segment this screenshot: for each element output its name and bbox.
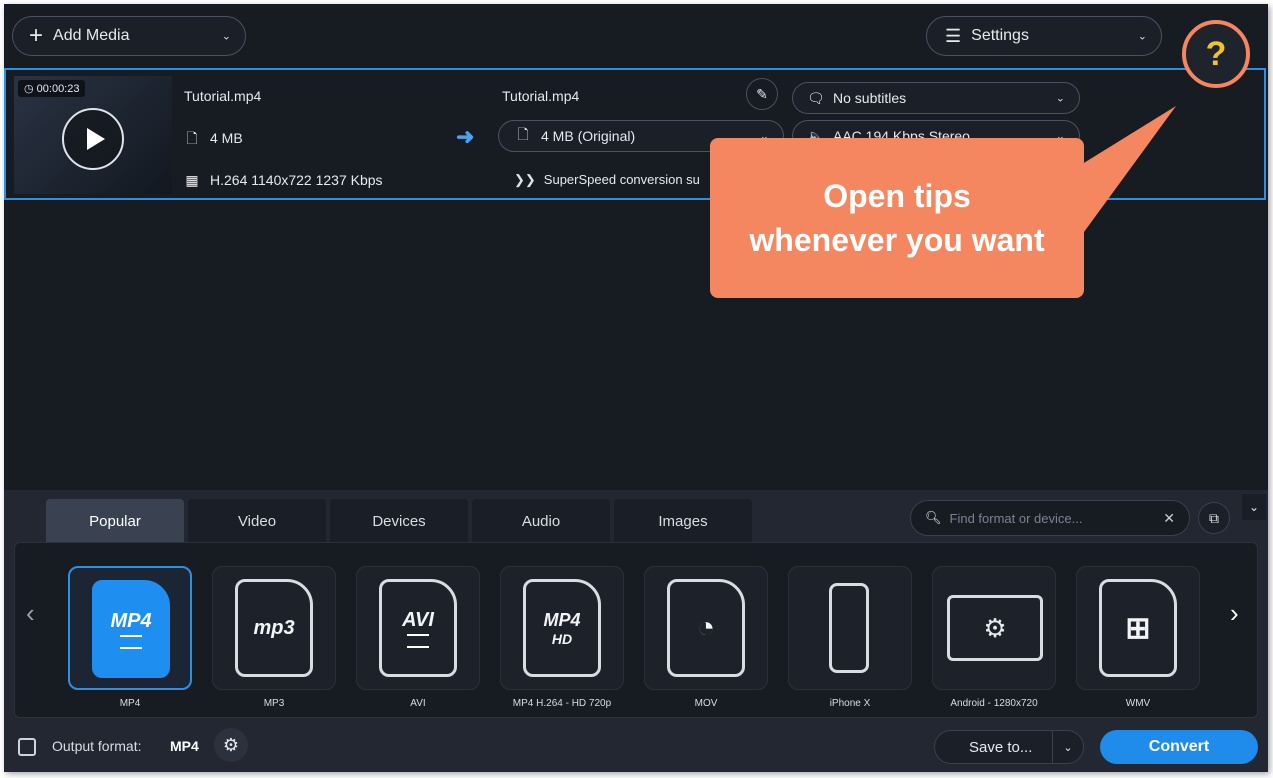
settings-label: Settings [971, 27, 1029, 44]
play-icon[interactable] [62, 108, 124, 170]
format-label: WMV [1125, 698, 1151, 709]
plus-icon: + [29, 22, 44, 49]
format-label: MOV [694, 698, 718, 709]
edit-pencil-icon[interactable]: ✎ [746, 78, 778, 110]
format-label: AVI [410, 698, 426, 709]
gear-icon[interactable]: ⚙ [214, 728, 248, 762]
search-icon: 🔍︎ [925, 510, 942, 525]
settings-button[interactable]: ☰ Settings ⌄ [926, 16, 1162, 56]
format-card-mp4[interactable]: MP4 [68, 566, 192, 690]
chevron-down-icon[interactable]: ⌄ [1138, 30, 1147, 43]
settings-sliders-icon: ☰ [945, 25, 962, 46]
tab-audio[interactable]: Audio [472, 499, 610, 543]
question-mark-icon: ? [1205, 34, 1227, 73]
iphone-icon [829, 583, 869, 673]
mp3-icon: mp3 [235, 579, 313, 677]
file-icon: 🗋 [517, 126, 529, 142]
tip-callout: Open tips whenever you want [710, 138, 1084, 298]
arrow-right-icon: ➜ [456, 124, 475, 149]
windows-icon: ⊞ [1099, 579, 1177, 677]
source-filename: Tutorial.mp4 [184, 88, 262, 104]
file-icon: 🗋 [186, 130, 198, 146]
speech-bubble-icon: 🗨 [807, 89, 825, 106]
duration-badge: ◷ 00:00:23 [18, 80, 86, 97]
add-media-button[interactable]: + Add Media ⌄ [12, 16, 246, 56]
output-format-icon [18, 738, 36, 756]
clear-icon[interactable]: ✕ [1163, 510, 1175, 527]
chevron-left-icon[interactable]: ‹ [26, 598, 35, 629]
format-grid [14, 542, 1258, 718]
format-search-input[interactable]: 🔍︎ Find format or device... ✕ [910, 500, 1190, 536]
mp4-hd-icon: MP4 HD [523, 579, 601, 677]
app-window: + Add Media ⌄ ☰ Settings ⌄ ◷ 00:00:23 Tu… [4, 4, 1268, 772]
source-size: 🗋 4 MB [184, 128, 242, 152]
format-label: Android - 1280x720 [950, 698, 1038, 709]
save-to-button[interactable]: Save to... ⌄ [934, 730, 1084, 764]
format-label: MP4 H.264 - HD 720p [512, 698, 612, 709]
android-icon: ⚙ [947, 595, 1043, 661]
tab-video[interactable]: Video [188, 499, 326, 543]
callout-line-2: whenever you want [749, 222, 1045, 258]
tab-devices[interactable]: Devices [330, 499, 468, 543]
convert-button[interactable]: Convert [1100, 730, 1258, 764]
chevron-down-icon[interactable]: ⌄ [1052, 731, 1083, 763]
quicktime-icon: ◔ [667, 579, 745, 677]
subtitles-dropdown[interactable]: 🗨 No subtitles ⌄ [792, 82, 1080, 114]
video-thumbnail[interactable]: ◷ 00:00:23 [14, 76, 172, 194]
format-card-avi[interactable]: AVI [356, 566, 480, 690]
collapse-panel-button[interactable]: ⌄ [1242, 494, 1266, 520]
superspeed-note: ❯❯ SuperSpeed conversion su [514, 172, 700, 187]
output-format-label: Output format: [52, 738, 142, 754]
add-media-label: Add Media [53, 27, 130, 44]
format-card-wmv[interactable]: ⊞ [1076, 566, 1200, 690]
format-card-android[interactable]: ⚙ [932, 566, 1056, 690]
chevron-right-icon[interactable]: › [1230, 598, 1239, 629]
output-format-value: MP4 [170, 738, 199, 754]
format-card-mov[interactable]: ◔ [644, 566, 768, 690]
format-card-mp4-hd[interactable]: MP4 HD [500, 566, 624, 690]
tab-images[interactable]: Images [614, 499, 752, 543]
tab-popular[interactable]: Popular [46, 499, 184, 543]
output-filename[interactable]: Tutorial.mp4 [502, 88, 579, 104]
avi-icon: AVI [379, 579, 457, 677]
film-icon: ▦ [185, 172, 199, 188]
source-codec: ▦ H.264 1140x722 1237 Kbps [185, 172, 383, 188]
superspeed-icon: ❯❯ [514, 172, 536, 187]
chevron-down-icon[interactable]: ⌄ [222, 30, 231, 43]
chevron-down-icon: ⌄ [1055, 92, 1065, 105]
format-label: MP3 [263, 698, 285, 709]
format-card-iphone[interactable] [788, 566, 912, 690]
footer-bar: Output format: MP4 ⚙ Save to... ⌄ Conver… [4, 726, 1268, 772]
search-device-button[interactable]: ⧉ [1198, 502, 1230, 534]
format-panel: Popular Video Devices Audio Images 🔍︎ Fi… [4, 490, 1268, 772]
mp4-icon: MP4 [92, 580, 170, 678]
format-card-mp3[interactable]: mp3 [212, 566, 336, 690]
help-button[interactable]: ? [1182, 20, 1250, 88]
format-label: MP4 [119, 698, 141, 709]
callout-line-1: Open tips [823, 178, 971, 214]
format-label: iPhone X [829, 698, 871, 709]
